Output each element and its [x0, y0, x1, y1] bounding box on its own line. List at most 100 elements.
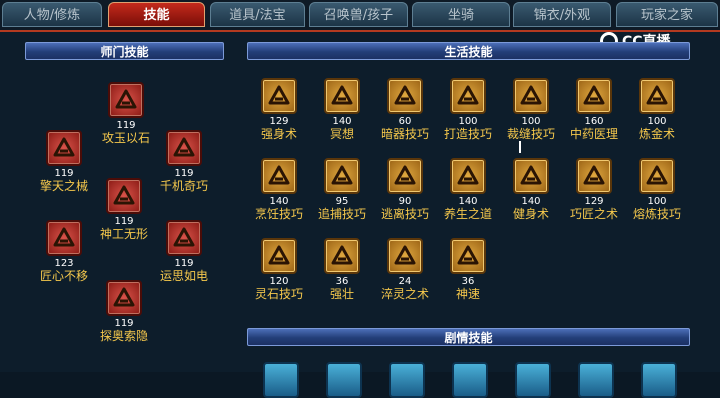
story-skill-icon[interactable]: [452, 362, 488, 398]
skill-level: 119: [116, 120, 136, 131]
skill-icon[interactable]: [106, 280, 142, 316]
tab-character[interactable]: 人物/修炼: [2, 2, 102, 27]
skill-level: 119: [174, 168, 194, 179]
story-skill-icon[interactable]: [578, 362, 614, 398]
skill-level: 119: [114, 318, 134, 329]
skill-item[interactable]: 119 探奥索隐: [94, 280, 154, 343]
skill-item[interactable]: 24 淬灵之术: [375, 238, 435, 301]
skill-name: 巧匠之术: [569, 207, 618, 221]
skill-name: 攻玉以石: [101, 131, 150, 145]
skill-level: 140: [332, 116, 352, 127]
skill-level: 100: [458, 116, 478, 127]
skill-icon[interactable]: [46, 130, 82, 166]
skill-icon[interactable]: [450, 78, 486, 114]
skill-icon[interactable]: [387, 238, 423, 274]
skill-icon[interactable]: [639, 78, 675, 114]
tab-summons[interactable]: 召唤兽/孩子: [309, 2, 408, 27]
story-skill-icon[interactable]: [389, 362, 425, 398]
skill-level: 119: [174, 258, 194, 269]
skill-item[interactable]: 36 强壮: [312, 238, 372, 301]
skill-icon[interactable]: [576, 158, 612, 194]
skill-item[interactable]: 119 运思如电: [154, 220, 214, 283]
skill-icon[interactable]: [166, 220, 202, 256]
skill-name: 裁缝技巧: [506, 127, 555, 141]
skill-icon[interactable]: [576, 78, 612, 114]
skill-level: 90: [398, 196, 412, 207]
skill-level: 140: [269, 196, 289, 207]
skill-icon[interactable]: [261, 238, 297, 274]
story-skill-icon[interactable]: [515, 362, 551, 398]
skill-icon[interactable]: [450, 238, 486, 274]
skill-item[interactable]: 140 烹饪技巧: [249, 158, 309, 221]
skill-item[interactable]: 60 暗器技巧: [375, 78, 435, 141]
skill-item[interactable]: 123 匠心不移: [34, 220, 94, 283]
story-skill-icon[interactable]: [641, 362, 677, 398]
skill-level: 160: [584, 116, 604, 127]
tab-home[interactable]: 玩家之家: [616, 2, 718, 27]
skill-name: 运思如电: [159, 269, 208, 283]
story-skill-icon[interactable]: [326, 362, 362, 398]
tab-skills[interactable]: 技能: [108, 2, 205, 27]
skill-item[interactable]: 140 冥想: [312, 78, 372, 141]
section-story-skills: 剧情技能: [247, 328, 690, 346]
skill-level: 129: [269, 116, 289, 127]
skill-item[interactable]: 36 神速: [438, 238, 498, 301]
skill-icon[interactable]: [450, 158, 486, 194]
tab-mounts[interactable]: 坐骑: [412, 2, 510, 27]
skill-item[interactable]: 160 中药医理: [564, 78, 624, 141]
skill-name: 熔炼技巧: [632, 207, 681, 221]
skill-level: 120: [269, 276, 289, 287]
skill-icon[interactable]: [387, 78, 423, 114]
skill-item[interactable]: 100 熔炼技巧: [627, 158, 687, 221]
skill-icon[interactable]: [46, 220, 82, 256]
tab-outfits[interactable]: 锦衣/外观: [513, 2, 611, 27]
skill-icon[interactable]: [513, 78, 549, 114]
skill-item[interactable]: 119 千机奇巧: [154, 130, 214, 193]
skill-icon[interactable]: [166, 130, 202, 166]
skill-name: 烹饪技巧: [254, 207, 303, 221]
skill-name: 强身术: [260, 127, 297, 141]
skill-icon[interactable]: [324, 158, 360, 194]
skill-item[interactable]: 100 打造技巧: [438, 78, 498, 141]
skill-level: 123: [54, 258, 74, 269]
skill-item[interactable]: 140 养生之道: [438, 158, 498, 221]
skill-icon[interactable]: [324, 78, 360, 114]
story-skill-icon[interactable]: [263, 362, 299, 398]
skill-item[interactable]: 100 裁缝技巧: [501, 78, 561, 141]
skill-item[interactable]: 120 灵石技巧: [249, 238, 309, 301]
skill-item[interactable]: 95 追捕技巧: [312, 158, 372, 221]
skill-icon[interactable]: [387, 158, 423, 194]
section-school-skills: 师门技能: [25, 42, 224, 60]
skill-name: 健身术: [512, 207, 549, 221]
skill-item[interactable]: 129 强身术: [249, 78, 309, 141]
skill-name: 炼金术: [638, 127, 675, 141]
skill-item[interactable]: 119 攻玉以石: [96, 82, 156, 145]
skill-name: 神工无形: [99, 227, 148, 241]
skill-icon[interactable]: [108, 82, 144, 118]
tab-items[interactable]: 道具/法宝: [210, 2, 305, 27]
skill-level: 36: [461, 276, 475, 287]
skill-name: 匠心不移: [39, 269, 88, 283]
skill-icon[interactable]: [639, 158, 675, 194]
skill-name: 逃离技巧: [380, 207, 429, 221]
skill-level: 100: [521, 116, 541, 127]
mouse-cursor: [519, 141, 521, 153]
skill-icon[interactable]: [324, 238, 360, 274]
skill-icon[interactable]: [106, 178, 142, 214]
skill-item[interactable]: 129 巧匠之术: [564, 158, 624, 221]
skill-name: 千机奇巧: [159, 179, 208, 193]
skill-level: 140: [521, 196, 541, 207]
skill-item[interactable]: 119 擎天之械: [34, 130, 94, 193]
skill-item[interactable]: 90 逃离技巧: [375, 158, 435, 221]
skill-item[interactable]: 119 神工无形: [94, 178, 154, 241]
skill-item[interactable]: 140 健身术: [501, 158, 561, 221]
skill-name: 神速: [455, 287, 480, 301]
skill-name: 暗器技巧: [380, 127, 429, 141]
skill-level: 129: [584, 196, 604, 207]
skill-name: 追捕技巧: [317, 207, 366, 221]
skill-icon[interactable]: [261, 158, 297, 194]
skill-icon[interactable]: [513, 158, 549, 194]
skill-icon[interactable]: [261, 78, 297, 114]
skill-name: 淬灵之术: [380, 287, 429, 301]
skill-item[interactable]: 100 炼金术: [627, 78, 687, 141]
